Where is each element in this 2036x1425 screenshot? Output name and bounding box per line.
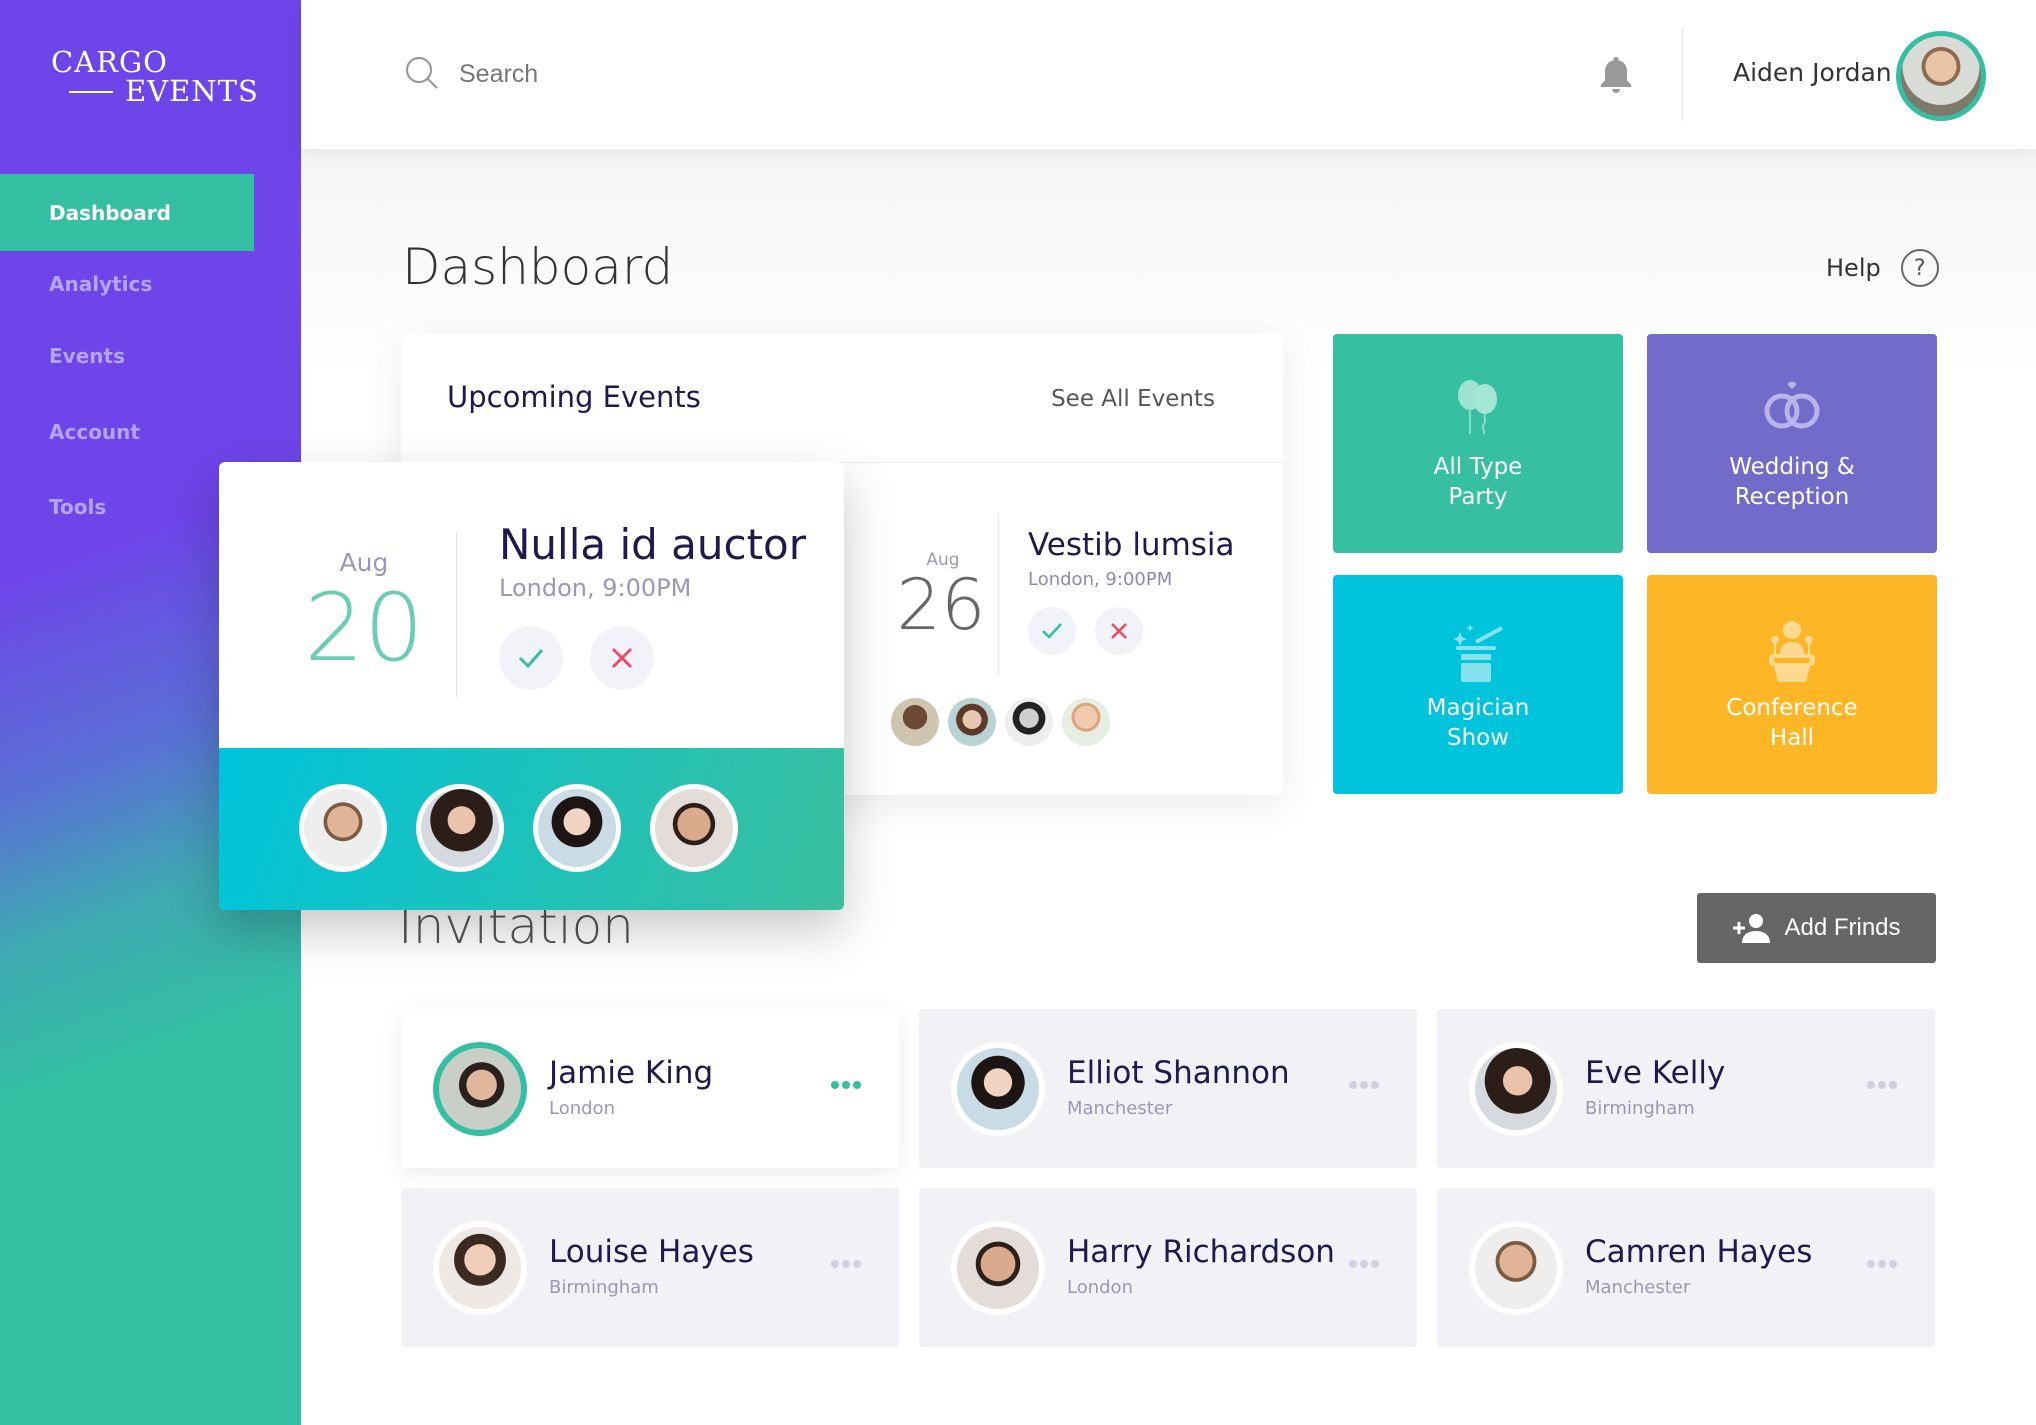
invite-card[interactable]: Jamie King London (401, 1009, 899, 1168)
invite-card[interactable]: Camren Hayes Manchester (1437, 1188, 1935, 1347)
attendee-avatar[interactable] (299, 784, 387, 872)
see-all-events-link[interactable]: See All Events (1051, 386, 1215, 412)
category-tile-conference[interactable]: Conference Hall (1647, 575, 1937, 794)
sidebar-item-account[interactable]: Account (0, 395, 301, 469)
category-label: All Type (1433, 453, 1523, 480)
user-avatar[interactable] (1896, 31, 1986, 121)
more-options-icon[interactable] (1867, 1260, 1897, 1268)
decline-button[interactable] (590, 626, 654, 690)
help-icon: ? (1900, 249, 1939, 287)
more-options-icon[interactable] (831, 1260, 861, 1268)
event-month: Aug (339, 548, 389, 577)
divider (456, 532, 457, 697)
magic-hat-icon (1453, 623, 1503, 682)
attendee-avatar[interactable] (533, 784, 621, 872)
sidebar-item-analytics[interactable]: Analytics (0, 251, 301, 317)
invite-card[interactable]: Eve Kelly Birmingham (1437, 1009, 1935, 1168)
bell-icon[interactable] (1598, 55, 1634, 95)
avatar (433, 1221, 527, 1315)
help-button[interactable]: Help ? (1826, 249, 1939, 287)
more-options-icon[interactable] (831, 1081, 861, 1089)
add-user-icon (1733, 914, 1771, 943)
event-location: London, 9:00PM (1028, 569, 1173, 590)
category-label: Reception (1734, 483, 1850, 510)
check-icon (518, 649, 544, 669)
logo-line1: CARGO (51, 45, 168, 79)
avatar (951, 1221, 1045, 1315)
add-friends-button[interactable]: Add Frinds (1697, 893, 1936, 963)
invite-card[interactable]: Harry Richardson London (919, 1188, 1417, 1347)
category-label: Magician (1426, 694, 1530, 721)
invite-name: Eve Kelly (1585, 1055, 1726, 1091)
invite-name: Louise Hayes (549, 1234, 754, 1270)
speaker-podium-icon (1769, 620, 1815, 682)
logo-line2: EVENTS (125, 74, 259, 108)
sidebar-item-dashboard[interactable]: Dashboard (0, 174, 254, 251)
invite-card[interactable]: Elliot Shannon Manchester (919, 1009, 1417, 1168)
accept-button[interactable] (499, 626, 563, 690)
invite-name: Elliot Shannon (1067, 1055, 1290, 1091)
page-title: Dashboard (402, 238, 674, 296)
search-bar (403, 54, 759, 94)
avatar (951, 1042, 1045, 1136)
event-title: Vestib lumsia (1028, 527, 1235, 563)
highlighted-event-card[interactable]: Aug 20 Nulla id auctor London, 9:00PM (219, 462, 844, 910)
invite-city: London (1067, 1277, 1133, 1298)
more-options-icon[interactable] (1349, 1260, 1379, 1268)
event-location: London, 9:00PM (499, 574, 692, 602)
attendee-avatar[interactable] (1062, 698, 1110, 746)
close-icon (1111, 623, 1127, 639)
invite-name: Jamie King (549, 1055, 714, 1091)
invite-city: Manchester (1585, 1277, 1691, 1298)
event-day: 26 (896, 564, 986, 646)
avatar (1469, 1221, 1563, 1315)
more-options-icon[interactable] (1867, 1081, 1897, 1089)
attendee-avatar[interactable] (891, 698, 939, 746)
accept-button[interactable] (1028, 607, 1076, 655)
invite-card[interactable]: Louise Hayes Birmingham (401, 1188, 899, 1347)
event-day: 20 (304, 574, 424, 683)
invite-city: Birmingham (1585, 1098, 1695, 1119)
category-label: Conference (1726, 694, 1858, 721)
invite-name: Harry Richardson (1067, 1234, 1335, 1270)
header-divider (1682, 29, 1683, 121)
top-header: Aiden Jordan (301, 0, 2036, 149)
event-title: Nulla id auctor (499, 520, 807, 569)
category-tile-magician[interactable]: Magician Show (1333, 575, 1623, 794)
decline-button[interactable] (1095, 607, 1143, 655)
invite-city: London (549, 1098, 615, 1119)
user-name[interactable]: Aiden Jordan (1733, 58, 1892, 87)
attendee-avatar[interactable] (948, 698, 996, 746)
attendee-avatar[interactable] (650, 784, 738, 872)
search-icon[interactable] (403, 54, 443, 94)
add-friends-label: Add Frinds (1784, 914, 1901, 941)
category-label: Show (1446, 724, 1510, 751)
wedding-rings-icon (1764, 381, 1820, 429)
attendee-avatar[interactable] (1005, 698, 1053, 746)
avatar (1469, 1042, 1563, 1136)
invite-city: Manchester (1067, 1098, 1173, 1119)
category-label: Hall (1769, 724, 1815, 751)
logo[interactable]: CARGO EVENTS (51, 48, 259, 106)
check-icon (1042, 623, 1062, 639)
invite-city: Birmingham (549, 1277, 659, 1298)
attendee-list (891, 698, 1110, 746)
invite-name: Camren Hayes (1585, 1234, 1813, 1270)
category-tile-wedding[interactable]: Wedding & Reception (1647, 334, 1937, 553)
close-icon (612, 648, 632, 668)
logo-dash (69, 90, 113, 93)
category-tile-party[interactable]: All Type Party (1333, 334, 1623, 553)
sidebar-item-events[interactable]: Events (0, 317, 301, 395)
divider (998, 514, 999, 674)
attendee-list (299, 784, 738, 872)
avatar (433, 1042, 527, 1136)
category-label: Party (1448, 483, 1508, 510)
search-input[interactable] (459, 59, 759, 89)
help-label: Help (1826, 254, 1881, 282)
more-options-icon[interactable] (1349, 1081, 1379, 1089)
upcoming-events-title: Upcoming Events (447, 380, 701, 414)
category-label: Wedding & (1729, 453, 1855, 480)
balloons-icon (1458, 379, 1497, 434)
attendee-avatar[interactable] (416, 784, 504, 872)
